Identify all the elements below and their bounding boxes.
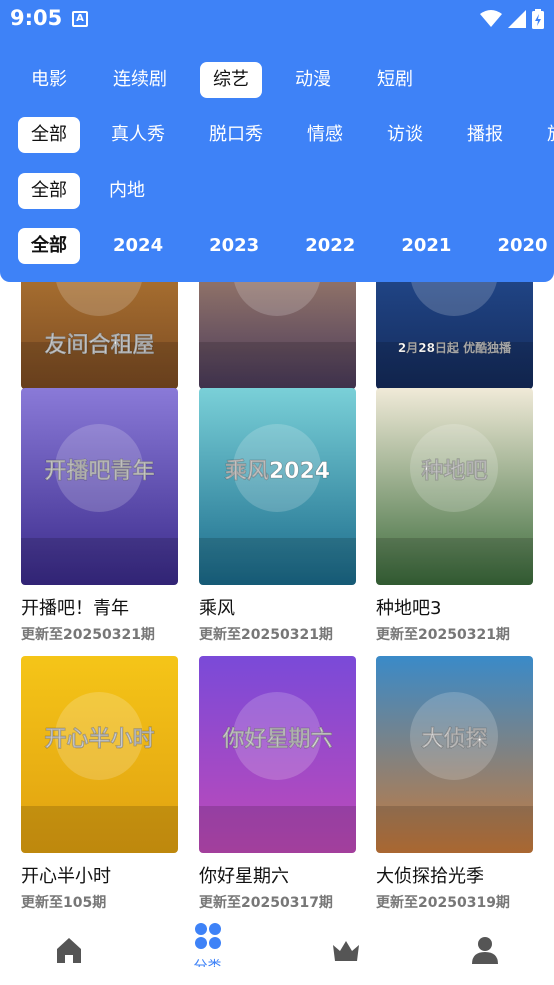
show-card[interactable]: 乘风2024 乘风更新至20250321期 (199, 388, 356, 644)
status-time: 9:05 (10, 6, 63, 30)
status-bar: 9:05 A (0, 0, 554, 40)
show-poster[interactable]: 开心半小时 (21, 656, 178, 853)
home-icon (57, 938, 81, 963)
update-status: 更新至20250317期 (199, 895, 333, 911)
year-filter-chip[interactable]: 2023 (196, 228, 272, 264)
poster-title-text: 大侦探 (421, 726, 487, 752)
show-card[interactable]: 你好星期六 你好星期六 更新至20250317期 (199, 656, 356, 912)
show-poster[interactable]: 乘风2024 (199, 388, 356, 585)
nav-home[interactable] (0, 922, 138, 985)
signal-icon (508, 10, 526, 28)
show-card[interactable]: 开播吧青年开播吧！青年更新至20250321期 (21, 388, 178, 644)
type-filter-chip[interactable]: 电影 (18, 62, 80, 98)
show-poster[interactable] (199, 282, 356, 389)
update-status: 更新至20250319期 (376, 895, 510, 911)
update-status: 更新至105期 (21, 895, 107, 911)
year-filter-chip[interactable]: 2021 (388, 228, 464, 264)
profile-icon (471, 937, 498, 964)
show-poster[interactable]: 你好星期六 (199, 656, 356, 853)
year-filter-chip[interactable]: 全部 (18, 228, 80, 264)
nav-crown[interactable] (277, 922, 415, 985)
show-poster[interactable]: 种地吧 (376, 388, 533, 585)
battery-icon (532, 9, 544, 29)
show-title[interactable]: 乘风 (199, 594, 356, 620)
crown-icon (333, 941, 359, 961)
show-title[interactable]: 种地吧3 (376, 594, 533, 620)
nav-label: 分类 (193, 959, 222, 967)
poster-title-text: 2月28日起 优酷独播 (398, 340, 512, 355)
category-icon (194, 923, 221, 949)
filter-header: 9:05 A 电影连续剧综艺动漫短剧 全部真人秀脱口秀情感访谈播报旅 全部内地 … (0, 0, 554, 282)
show-title[interactable]: 开播吧！青年 (21, 594, 178, 620)
show-poster[interactable]: 大侦探 (376, 656, 533, 853)
poster-title-text: 开播吧青年 (44, 458, 154, 484)
year-filter-chip[interactable]: 2024 (100, 228, 176, 264)
poster-title-text: 种地吧 (421, 459, 487, 484)
show-title[interactable]: 大侦探拾光季 (376, 862, 533, 888)
region-filter-row: 全部 内地 (18, 172, 174, 210)
year-filter-chip[interactable]: 2022 (292, 228, 368, 264)
poster-title-text: 友间合租屋 (44, 332, 154, 358)
genre-filter-chip[interactable]: 播报 (454, 117, 516, 153)
system-icons (480, 9, 544, 29)
type-filter-row: 电影 连续剧 综艺 动漫 短剧 (18, 61, 446, 99)
show-title[interactable]: 开心半小时 (21, 862, 178, 888)
poster-title-text: 乘风2024 (224, 459, 330, 484)
show-poster[interactable]: 2月28日起 优酷独播 (376, 282, 533, 389)
genre-filter-chip[interactable]: 访谈 (374, 117, 436, 153)
update-status: 更新至20250321期 (21, 627, 155, 643)
show-card[interactable]: 开心半小时 开心半小时 更新至105期 (21, 656, 178, 912)
poster-title-text: 开心半小时 (44, 727, 154, 752)
update-status: 更新至20250321期 (376, 627, 510, 643)
wifi-icon (480, 10, 502, 27)
bottom-navigation: 分类 (0, 922, 554, 985)
show-title[interactable]: 你好星期六 (199, 862, 356, 888)
region-filter-chip[interactable]: 内地 (96, 173, 158, 209)
poster-title-text: 你好星期六 (221, 726, 332, 752)
type-filter-chip[interactable]: 综艺 (200, 62, 262, 98)
genre-filter-chip[interactable]: 全部 (18, 117, 80, 153)
region-filter-chip[interactable]: 全部 (18, 173, 80, 209)
update-status: 更新至20250321期 (199, 627, 333, 643)
genre-filter-chip[interactable]: 旅 (534, 117, 554, 153)
type-filter-chip[interactable]: 短剧 (364, 62, 426, 98)
year-filter-chip[interactable]: 2020 (484, 228, 554, 264)
type-filter-chip[interactable]: 连续剧 (100, 62, 180, 98)
genre-filter-chip[interactable]: 脱口秀 (196, 117, 276, 153)
notification-icon: A (72, 11, 88, 27)
type-filter-chip[interactable]: 动漫 (282, 62, 344, 98)
show-card[interactable]: 种地吧种地吧3 更新至20250321期 (376, 388, 533, 644)
show-poster[interactable]: 开播吧青年 (21, 388, 178, 585)
genre-filter-chip[interactable]: 情感 (294, 117, 356, 153)
nav-category[interactable]: 分类 (139, 922, 277, 985)
nav-profile[interactable] (416, 922, 554, 985)
show-card[interactable]: 大侦探大侦探拾光季更新至20250319期 (376, 656, 533, 912)
year-filter-row: 全部202420232022202120202019 (18, 227, 554, 265)
genre-filter-chip[interactable]: 真人秀 (98, 117, 178, 153)
show-poster[interactable]: 友间合租屋 (21, 282, 178, 389)
content-grid: 友间合租屋友间合租屋更新至20250318期半熟恋人第四季更新至20250320… (0, 282, 554, 922)
genre-filter-row: 全部真人秀脱口秀情感访谈播报旅 (18, 116, 554, 154)
